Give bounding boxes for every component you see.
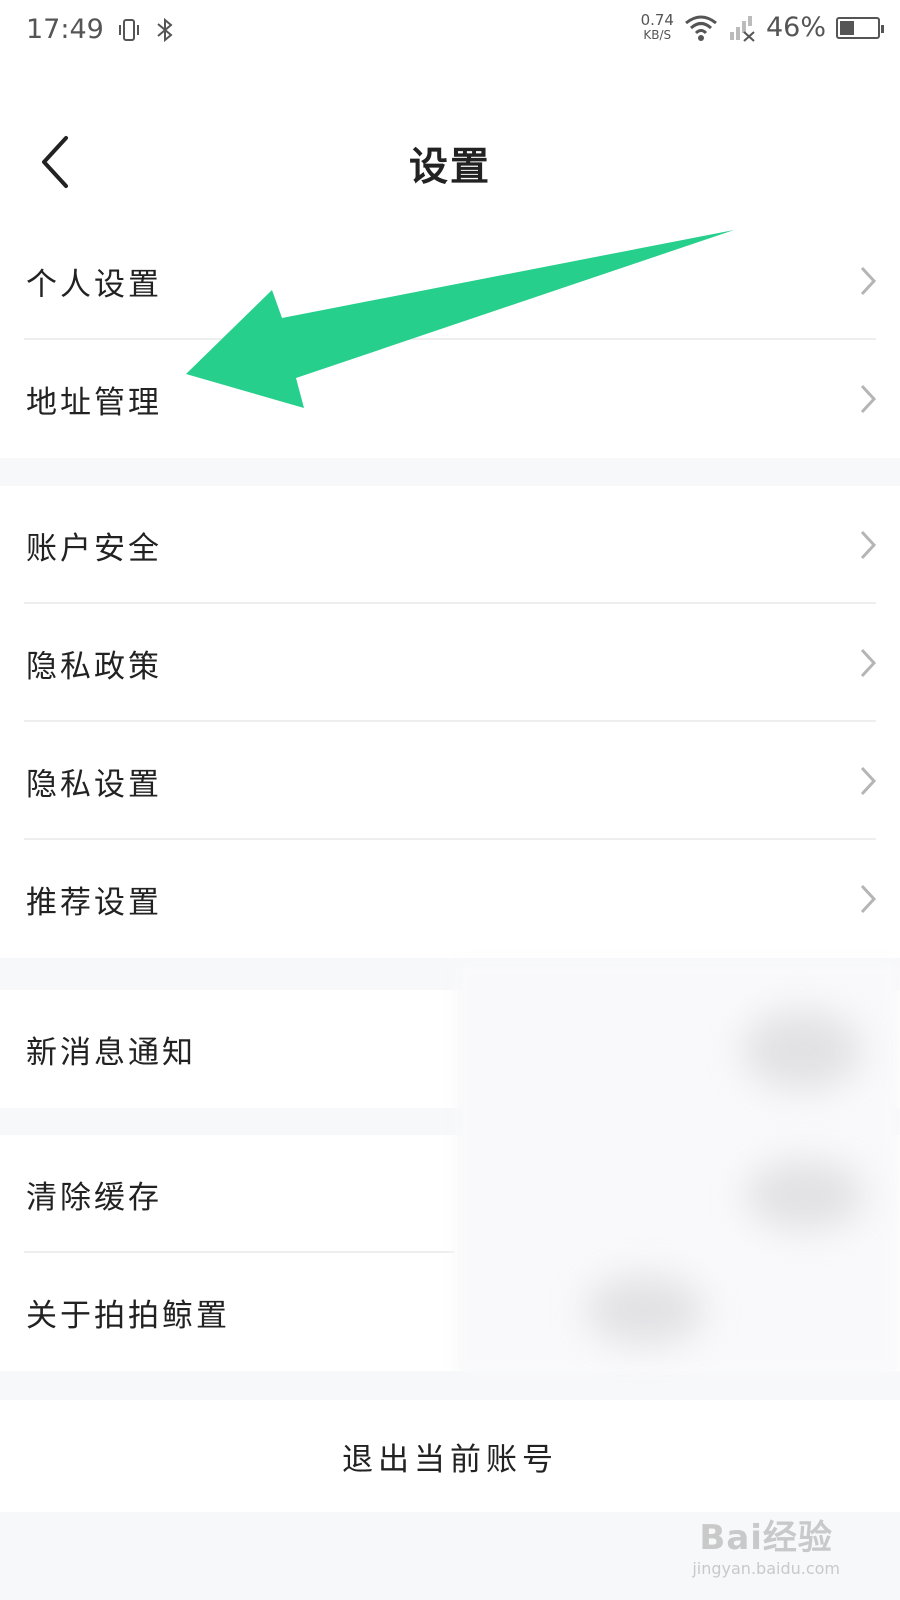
watermark-url: jingyan.baidu.com xyxy=(692,1559,840,1578)
annotation-arrow xyxy=(186,230,734,408)
baidu-watermark: Bai经验 jingyan.baidu.com xyxy=(692,1510,840,1578)
annotation-arrow-shape xyxy=(186,230,734,408)
watermark-logo: Bai经验 xyxy=(699,1518,833,1558)
